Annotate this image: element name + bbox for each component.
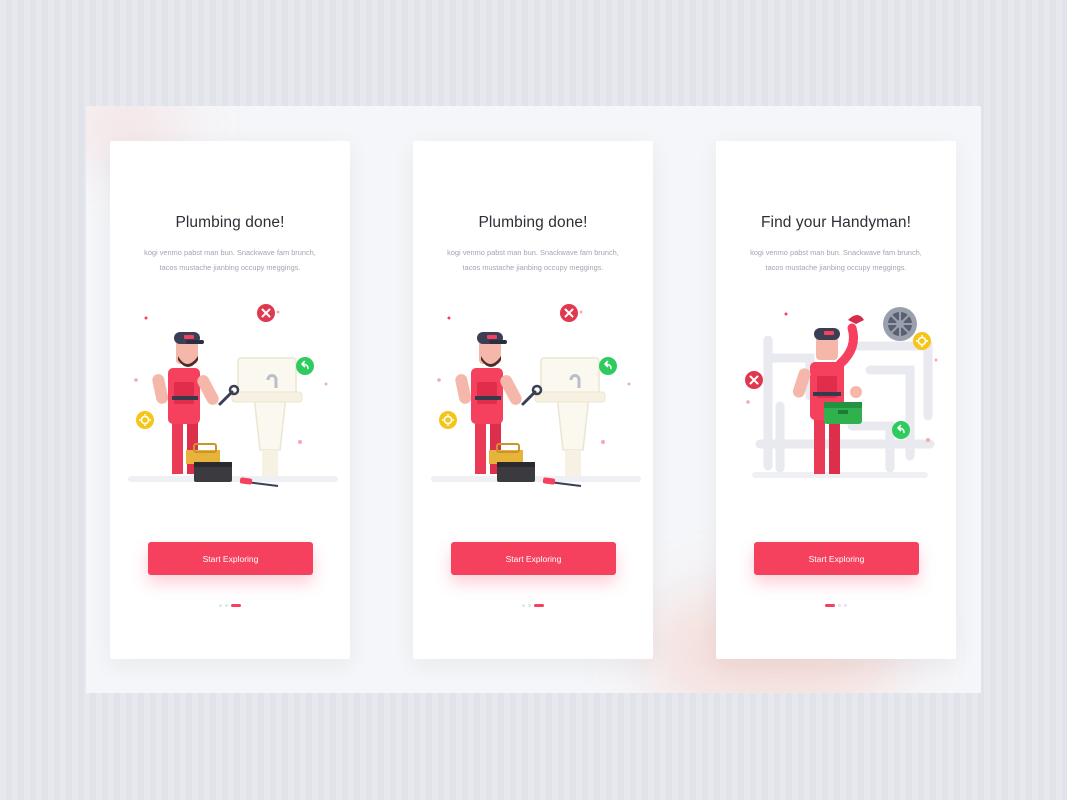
screen-title: Plumbing done! — [478, 214, 588, 231]
page-dot[interactable] — [528, 604, 531, 607]
screen-description: kogi venmo pabst man bun. Snackwave fam … — [128, 245, 332, 275]
description-line-2: tacos mustache jianbing occupy meggings. — [159, 263, 301, 272]
page-dot-active[interactable] — [825, 604, 835, 607]
page-indicator — [413, 604, 653, 607]
page-dot[interactable] — [225, 604, 228, 607]
undo-badge-icon — [891, 420, 911, 440]
undo-badge-icon — [295, 356, 315, 376]
description-line-2: tacos mustache jianbing occupy meggings. — [462, 263, 604, 272]
presentation-board: Plumbing done! kogi venmo pabst man bun.… — [86, 106, 981, 693]
page-indicator — [110, 604, 350, 607]
onboarding-screen-1: Plumbing done! kogi venmo pabst man bun.… — [110, 141, 350, 659]
page-dot[interactable] — [838, 604, 841, 607]
page-dot[interactable] — [522, 604, 525, 607]
screen-description: kogi venmo pabst man bun. Snackwave fam … — [431, 245, 635, 275]
description-line-1: kogi venmo pabst man bun. Snackwave fam … — [750, 248, 922, 257]
page-indicator — [716, 604, 956, 607]
undo-badge-icon — [598, 356, 618, 376]
screen-description: kogi venmo pabst man bun. Snackwave fam … — [734, 245, 938, 275]
onboarding-screen-2: Plumbing done! kogi venmo pabst man bun.… — [413, 141, 653, 659]
description-line-1: kogi venmo pabst man bun. Snackwave fam … — [144, 248, 316, 257]
page-dot-active[interactable] — [231, 604, 241, 607]
start-exploring-button[interactable]: Start Exploring — [148, 542, 313, 575]
gear-badge-icon — [912, 331, 932, 351]
page-dot[interactable] — [844, 604, 847, 607]
gear-badge-icon — [438, 410, 458, 430]
page-dot-active[interactable] — [534, 604, 544, 607]
start-exploring-button[interactable]: Start Exploring — [754, 542, 919, 575]
plumber-illustration — [126, 303, 340, 488]
close-badge-icon — [256, 303, 276, 323]
plumber-illustration — [429, 303, 643, 488]
onboarding-screen-3: Find your Handyman! kogi venmo pabst man… — [716, 141, 956, 659]
gear-badge-icon — [135, 410, 155, 430]
close-badge-icon — [744, 370, 764, 390]
description-line-1: kogi venmo pabst man bun. Snackwave fam … — [447, 248, 619, 257]
page-dot[interactable] — [219, 604, 222, 607]
screen-title: Plumbing done! — [175, 214, 285, 231]
description-line-2: tacos mustache jianbing occupy meggings. — [765, 263, 907, 272]
start-exploring-button[interactable]: Start Exploring — [451, 542, 616, 575]
close-badge-icon — [559, 303, 579, 323]
handyman-illustration — [726, 296, 946, 491]
screen-title: Find your Handyman! — [760, 214, 912, 231]
